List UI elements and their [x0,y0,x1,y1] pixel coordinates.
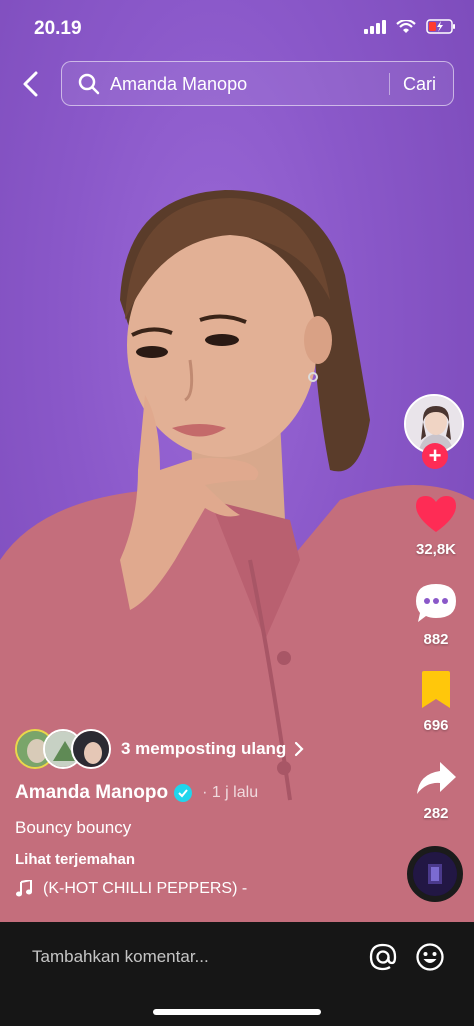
search-divider [389,73,390,95]
reposts-label: 3 memposting ulang [121,739,287,758]
post-caption: Bouncy bouncy [15,818,132,837]
music-note-icon [16,880,32,897]
search-submit-button[interactable]: Cari [403,74,436,95]
home-indicator [153,1009,321,1015]
signal-icon [364,19,386,34]
status-bar: 20.19 [0,0,474,56]
back-button[interactable] [14,66,46,102]
chevron-right-icon [295,741,304,757]
mention-icon[interactable] [368,942,398,972]
plus-icon: + [428,443,442,468]
author-row: Amanda Manopo · 1 j lalu [15,782,258,804]
post-time: · 1 j lalu [202,784,259,801]
save-count: 696 [423,717,449,734]
search-input[interactable]: Amanda Manopo [110,74,247,95]
repost-avatar-image [73,731,109,767]
like-count: 32,8K [415,541,457,558]
author-name[interactable]: Amanda Manopo [15,782,168,804]
heart-icon [416,496,456,532]
search-icon [78,73,100,95]
share-button[interactable]: 282 [404,758,468,822]
search-bar[interactable]: Amanda Manopo Cari [61,61,454,106]
status-time: 20.19 [34,18,82,39]
music-info[interactable]: (K-HOT CHILLI PEPPERS) - [15,880,247,898]
emoji-icon[interactable] [415,942,445,972]
verified-badge-icon [174,784,193,802]
like-button[interactable]: 32,8K [404,494,468,558]
chevron-left-icon [23,71,38,97]
album-art [413,852,457,896]
see-translation-link[interactable]: Lihat terjemahan [15,851,135,868]
share-arrow-icon [417,762,456,794]
wifi-icon [396,19,416,33]
comment-count: 882 [423,631,449,648]
bookmark-icon [422,671,450,708]
save-button[interactable]: 696 [404,670,468,734]
comment-button[interactable]: 882 [404,582,468,648]
share-count: 282 [423,805,449,822]
comment-input[interactable]: Tambahkan komentar... [32,947,209,967]
battery-icon [426,19,455,34]
comment-icon [416,584,456,622]
music-title: (K-HOT CHILLI PEPPERS) - [43,880,248,897]
repost-avatar [71,729,111,769]
follow-button[interactable]: + [422,443,448,469]
reposts-row[interactable]: 3 memposting ulang [15,728,306,770]
music-disc[interactable] [407,846,463,902]
status-icons [364,19,456,34]
